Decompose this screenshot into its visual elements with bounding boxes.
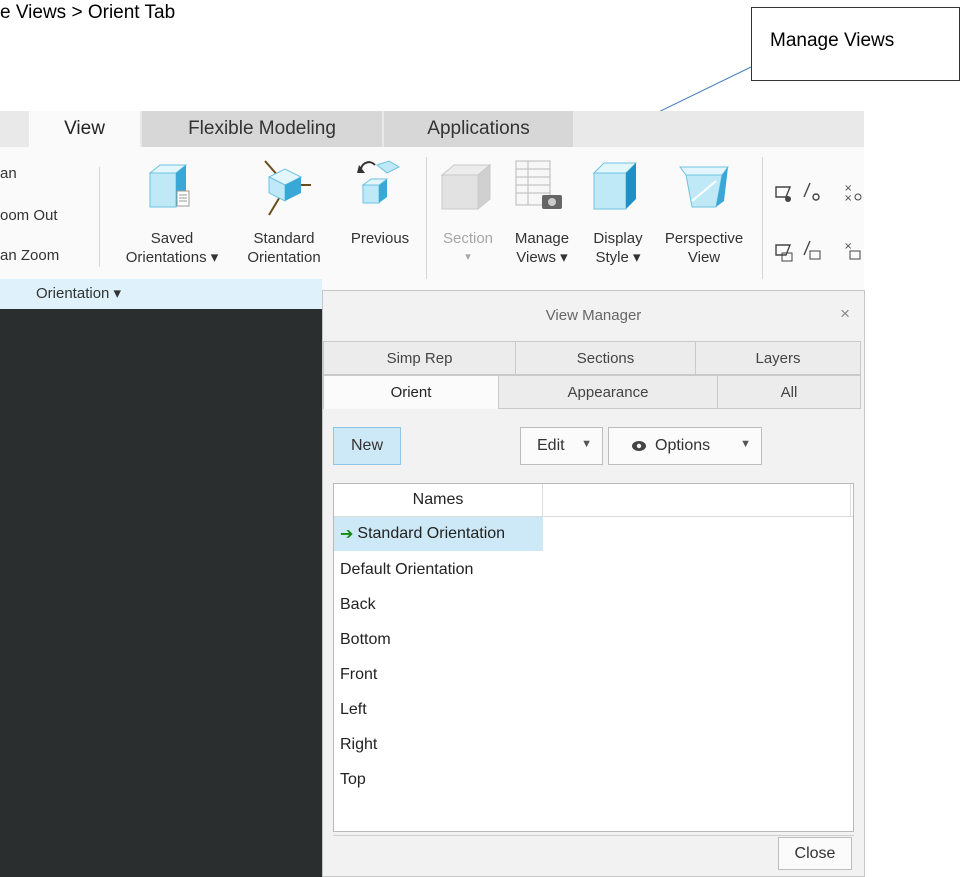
list-item[interactable]: Left [334, 693, 367, 727]
standard-line2: Orientation [247, 249, 321, 266]
tab-all[interactable]: All [717, 375, 861, 409]
close-icon[interactable]: × [840, 304, 850, 324]
eye-icon [632, 441, 646, 451]
annotation-orient-icon-2[interactable] [775, 244, 793, 262]
tab-sections[interactable]: Sections [515, 341, 696, 375]
tab-appearance[interactable]: Appearance [498, 375, 718, 409]
dialog-title: View Manager [545, 307, 642, 324]
manage-views-button[interactable]: Manage Views ▾ [504, 229, 580, 267]
orientation-group-label: Orientation ▾ [36, 285, 122, 302]
perspective-view-button[interactable]: Perspective View [654, 229, 754, 267]
orient-list[interactable]: Names ➔ Standard Orientation Default Ori… [333, 483, 854, 832]
standard-line1: Standard [253, 230, 315, 247]
display-style-button[interactable]: Display Style ▾ [582, 229, 654, 267]
list-item[interactable]: Default Orientation [334, 553, 473, 587]
annotation-clear-icon-2[interactable]: × [844, 241, 861, 260]
tab-simp-rep[interactable]: Simp Rep [323, 341, 516, 375]
manage-line1: Manage [514, 230, 570, 247]
new-button[interactable]: New [333, 427, 401, 465]
standard-orientation-icon [264, 160, 311, 216]
arrow-right-icon: ➔ [340, 526, 354, 543]
tab-orient[interactable]: Orient [323, 375, 499, 409]
previous-view-icon [357, 160, 401, 204]
display-line2: Style ▾ [595, 249, 641, 266]
perspective-line2: View [687, 249, 721, 266]
list-header: Names [334, 484, 853, 517]
annotation-clear-icon[interactable]: × × [844, 183, 862, 204]
list-item[interactable]: Bottom [334, 623, 391, 657]
options-label: Options [655, 437, 711, 454]
perspective-view-icon [679, 166, 729, 208]
display-style-icon [592, 162, 638, 210]
dialog-title-bar[interactable]: View Manager × [323, 291, 864, 340]
previous-button[interactable]: Previous [340, 229, 420, 248]
list-item-standard-orientation[interactable]: ➔ Standard Orientation [334, 517, 543, 551]
annotation-icons-row1: × × [775, 182, 862, 204]
list-item[interactable]: Top [334, 763, 366, 797]
chevron-down-icon: ▼ [581, 438, 592, 450]
ribbon-panel: an oom Out an Zoom Saved Orientations ▾ … [0, 147, 864, 280]
pan-zoom-button[interactable]: an Zoom [0, 247, 59, 264]
list-item[interactable]: Front [334, 658, 377, 692]
list-item[interactable]: Right [334, 728, 377, 762]
saved-orientations-icon [148, 164, 190, 208]
close-button[interactable]: Close [778, 837, 852, 870]
options-dropdown[interactable]: Options ▼ [608, 427, 762, 465]
edit-dropdown[interactable]: Edit ▼ [520, 427, 603, 465]
list-item[interactable]: Back [334, 588, 376, 622]
annotation-plane-icon-2[interactable] [803, 240, 821, 260]
footer-divider [333, 835, 854, 836]
section-line2: ▾ [465, 251, 471, 263]
svg-text:×: × [844, 193, 852, 204]
tab-view[interactable]: View [29, 111, 140, 147]
tab-layers[interactable]: Layers [695, 341, 861, 375]
chevron-down-icon: ▼ [740, 438, 751, 450]
annotation-plane-icon[interactable] [803, 182, 820, 201]
empty-column-header [543, 484, 851, 516]
section-button: Section ▾ [434, 229, 502, 267]
edit-label: Edit [537, 437, 565, 454]
svg-text:×: × [844, 241, 852, 252]
saved-line1: Saved [150, 230, 194, 247]
tab-applications[interactable]: Applications [384, 111, 573, 147]
ribbon-tab-bar: View Flexible Modeling Applications [0, 111, 864, 147]
section-line1: Section [442, 230, 494, 247]
view-manager-dialog: View Manager × Simp Rep Sections Layers … [322, 290, 865, 877]
standard-orientation-button[interactable]: Standard Orientation [232, 229, 336, 267]
section-icon [440, 163, 492, 211]
annotation-orient-icon[interactable] [775, 186, 792, 202]
tab-flexible-modeling[interactable]: Flexible Modeling [142, 111, 382, 147]
manage-line2: Views ▾ [516, 249, 568, 266]
display-line1: Display [593, 230, 643, 247]
perspective-line1: Perspective [664, 230, 744, 247]
manage-views-icon [515, 160, 562, 209]
zoom-out-button[interactable]: oom Out [0, 207, 58, 224]
saved-orientations-button[interactable]: Saved Orientations ▾ [112, 229, 232, 267]
pan-button[interactable]: an [0, 165, 17, 182]
orientation-group-bar[interactable]: Orientation ▾ [0, 279, 322, 309]
annotation-icons-row2: × [775, 240, 861, 262]
names-column-header[interactable]: Names [334, 484, 543, 516]
saved-line2: Orientations ▾ [125, 249, 219, 266]
list-item-label: Standard Orientation [357, 525, 506, 542]
